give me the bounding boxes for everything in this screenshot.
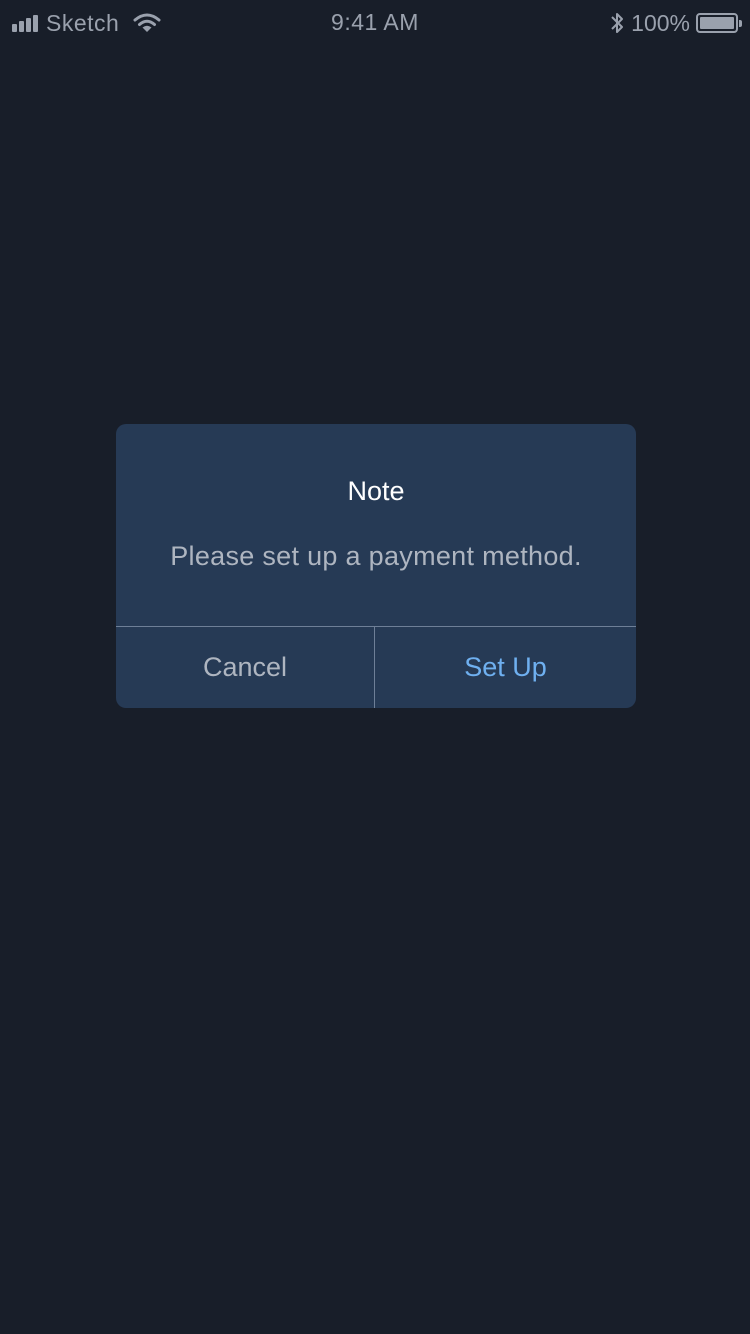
battery-icon bbox=[696, 13, 742, 33]
set-up-button[interactable]: Set Up bbox=[375, 627, 636, 708]
screen: Sketch 9:41 AM 100% Note Please set up a… bbox=[0, 0, 750, 1334]
alert-title: Note bbox=[347, 476, 405, 506]
battery-percent: 100% bbox=[631, 9, 690, 36]
status-right: 100% bbox=[609, 8, 742, 38]
status-bar: Sketch 9:41 AM 100% bbox=[0, 0, 750, 46]
cancel-button[interactable]: Cancel bbox=[116, 627, 374, 708]
alert-dialog: Note Please set up a payment method. Can… bbox=[116, 424, 636, 708]
battery-fill bbox=[700, 17, 734, 29]
alert-message: Please set up a payment method. bbox=[170, 541, 582, 571]
bluetooth-icon bbox=[611, 13, 624, 33]
alert-body: Note Please set up a payment method. bbox=[116, 424, 636, 626]
